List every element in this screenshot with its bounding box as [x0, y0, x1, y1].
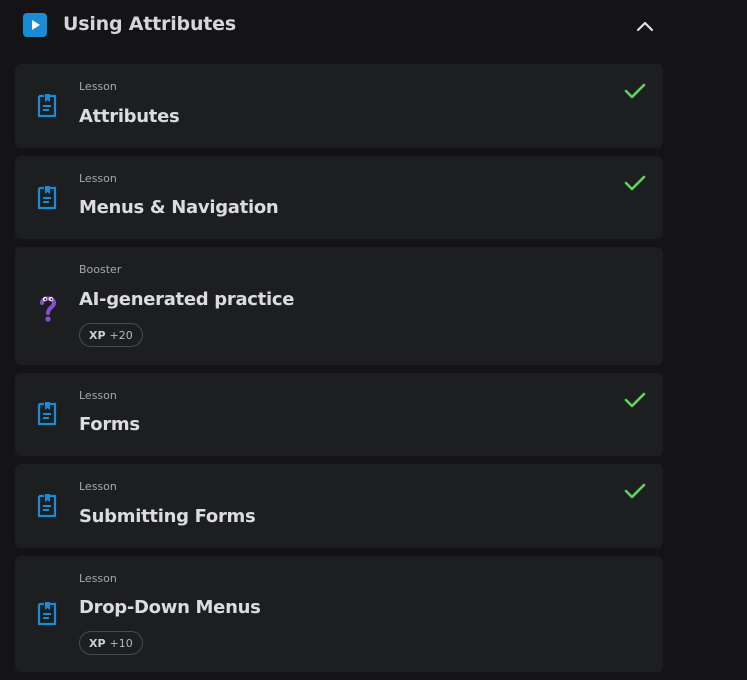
item-type: Lesson [79, 389, 117, 402]
lesson-card-forms[interactable]: Lesson Forms [15, 373, 663, 456]
collapse-button[interactable] [632, 16, 658, 36]
play-icon [23, 13, 47, 37]
item-type: Lesson [79, 572, 117, 585]
lesson-card-menus-navigation[interactable]: Lesson Menus & Navigation [15, 156, 663, 239]
checkmark-icon [624, 392, 646, 408]
section-title: Using Attributes [63, 13, 236, 35]
item-title: Drop-Down Menus [79, 597, 261, 618]
item-type: Lesson [79, 172, 117, 185]
xp-label: XP [89, 328, 106, 342]
item-type: Lesson [79, 480, 117, 493]
lesson-list: Lesson Attributes Lesson Menus & Navigat… [15, 64, 663, 680]
checkmark-icon [624, 83, 646, 99]
xp-value: +20 [109, 328, 133, 342]
lesson-card-drop-down-menus[interactable]: Lesson Drop-Down Menus XP +10 [15, 556, 663, 672]
question-mark-icon [40, 296, 57, 322]
item-title: AI-generated practice [79, 289, 295, 310]
checkmark-icon [624, 483, 646, 499]
item-type: Booster [79, 263, 122, 276]
item-title: Attributes [79, 106, 180, 127]
section-header[interactable]: Using Attributes [0, 0, 680, 52]
document-icon [37, 494, 57, 518]
xp-badge: XP +10 [79, 631, 143, 655]
xp-badge: XP +20 [79, 323, 143, 347]
document-icon [37, 602, 57, 626]
lesson-card-attributes[interactable]: Lesson Attributes [15, 64, 663, 148]
lesson-card-submitting-forms[interactable]: Lesson Submitting Forms [15, 464, 663, 548]
xp-value: +10 [109, 636, 133, 650]
item-title: Submitting Forms [79, 506, 256, 527]
document-icon [37, 402, 57, 426]
chevron-up-icon [636, 21, 654, 32]
document-icon [37, 186, 57, 210]
xp-label: XP [89, 636, 106, 650]
checkmark-icon [624, 175, 646, 191]
item-type: Lesson [79, 80, 117, 93]
document-icon [37, 94, 57, 118]
booster-card-ai-practice[interactable]: Booster AI-generated practice XP +20 [15, 247, 663, 365]
item-title: Forms [79, 414, 140, 435]
item-title: Menus & Navigation [79, 197, 279, 218]
